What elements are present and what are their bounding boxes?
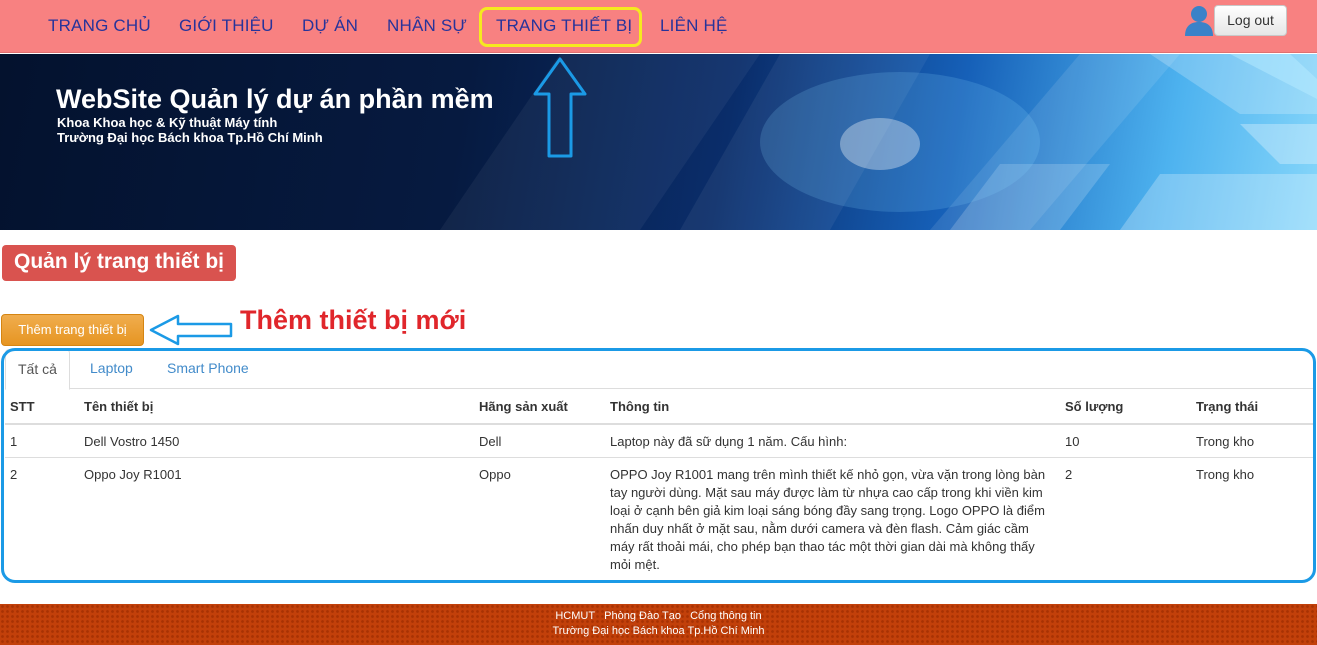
header-status: Trạng thái [1191, 389, 1313, 425]
header-manufacturer: Hãng sản xuất [474, 389, 605, 425]
cell-quantity: 10 [1060, 423, 1191, 458]
footer-link-training-office[interactable]: Phòng Đào Tạo [604, 610, 681, 622]
user-icon [1185, 6, 1213, 36]
annotation-arrow-up-icon [533, 57, 587, 158]
annotation-add-device: Thêm thiết bị mới [240, 305, 467, 335]
annotation-arrow-left-icon [149, 314, 233, 346]
nav-staff[interactable]: NHÂN SỰ [387, 16, 467, 36]
footer: HCMUT Phòng Đào Tạo Cổng thông tin Trườn… [0, 604, 1317, 645]
cell-device-name: Dell Vostro 1450 [79, 423, 474, 458]
logout-button[interactable]: Log out [1214, 5, 1287, 36]
cell-device-name: Oppo Joy R1001 [79, 457, 474, 580]
footer-school-name: Trường Đại học Bách khoa Tp.Hồ Chí Minh [552, 625, 765, 637]
cell-info: Laptop này đã sữ dụng 1 năm. Cấu hình: [605, 423, 1060, 458]
add-equipment-button[interactable]: Thêm trang thiết bị [1, 314, 144, 346]
footer-links: HCMUT Phòng Đào Tạo Cổng thông tin [0, 610, 1317, 622]
top-navbar: TRANG CHỦ GIỚI THIỆU DỰ ÁN NHÂN SỰ TRANG… [0, 0, 1317, 53]
tab-laptop[interactable]: Laptop [90, 349, 133, 389]
tab-all[interactable]: Tất cả [5, 349, 70, 390]
table-row: 2 Oppo Joy R1001 Oppo OPPO Joy R1001 man… [5, 457, 1313, 580]
cell-manufacturer: Dell [474, 423, 605, 458]
cell-status: Trong kho [1191, 457, 1313, 580]
equipment-tabs: Tất cả Laptop Smart Phone [5, 349, 1313, 390]
table-header-row: STT Tên thiết bị Hãng sản xuất Thông tin… [5, 389, 1313, 425]
cell-quantity: 2 [1060, 457, 1191, 580]
site-title: WebSite Quản lý dự án phần mềm [56, 84, 494, 114]
cell-info: OPPO Joy R1001 mang trên mình thiết kế n… [605, 457, 1060, 580]
footer-link-hcmut[interactable]: HCMUT [555, 610, 595, 622]
nav-about[interactable]: GIỚI THIỆU [179, 16, 274, 36]
table-row: 1 Dell Vostro 1450 Dell Laptop này đã sữ… [5, 423, 1313, 458]
cell-status: Trong kho [1191, 423, 1313, 458]
page-title: Quản lý trang thiết bị [2, 245, 237, 281]
faculty-name: Khoa Khoa học & Kỹ thuật Máy tính [57, 115, 278, 130]
header-quantity: Số lượng [1060, 389, 1191, 425]
university-name: Trường Đại học Bách khoa Tp.Hồ Chí Minh [57, 130, 323, 145]
equipment-table: STT Tên thiết bị Hãng sản xuất Thông tin… [5, 389, 1313, 580]
header-banner: WebSite Quản lý dự án phần mềm Khoa Khoa… [0, 54, 1317, 230]
footer-link-portal[interactable]: Cổng thông tin [690, 610, 762, 622]
tab-smart-phone[interactable]: Smart Phone [167, 349, 249, 389]
cell-stt: 2 [5, 457, 79, 580]
nav-home[interactable]: TRANG CHỦ [48, 16, 151, 36]
header-stt: STT [5, 389, 79, 425]
header-info: Thông tin [605, 389, 1060, 425]
nav-projects[interactable]: DỰ ÁN [302, 16, 358, 36]
cell-stt: 1 [5, 423, 79, 458]
nav-contact[interactable]: LIÊN HỆ [660, 16, 728, 36]
header-device-name: Tên thiết bị [79, 389, 474, 425]
nav-equipment-highlight [479, 7, 642, 47]
cell-manufacturer: Oppo [474, 457, 605, 580]
